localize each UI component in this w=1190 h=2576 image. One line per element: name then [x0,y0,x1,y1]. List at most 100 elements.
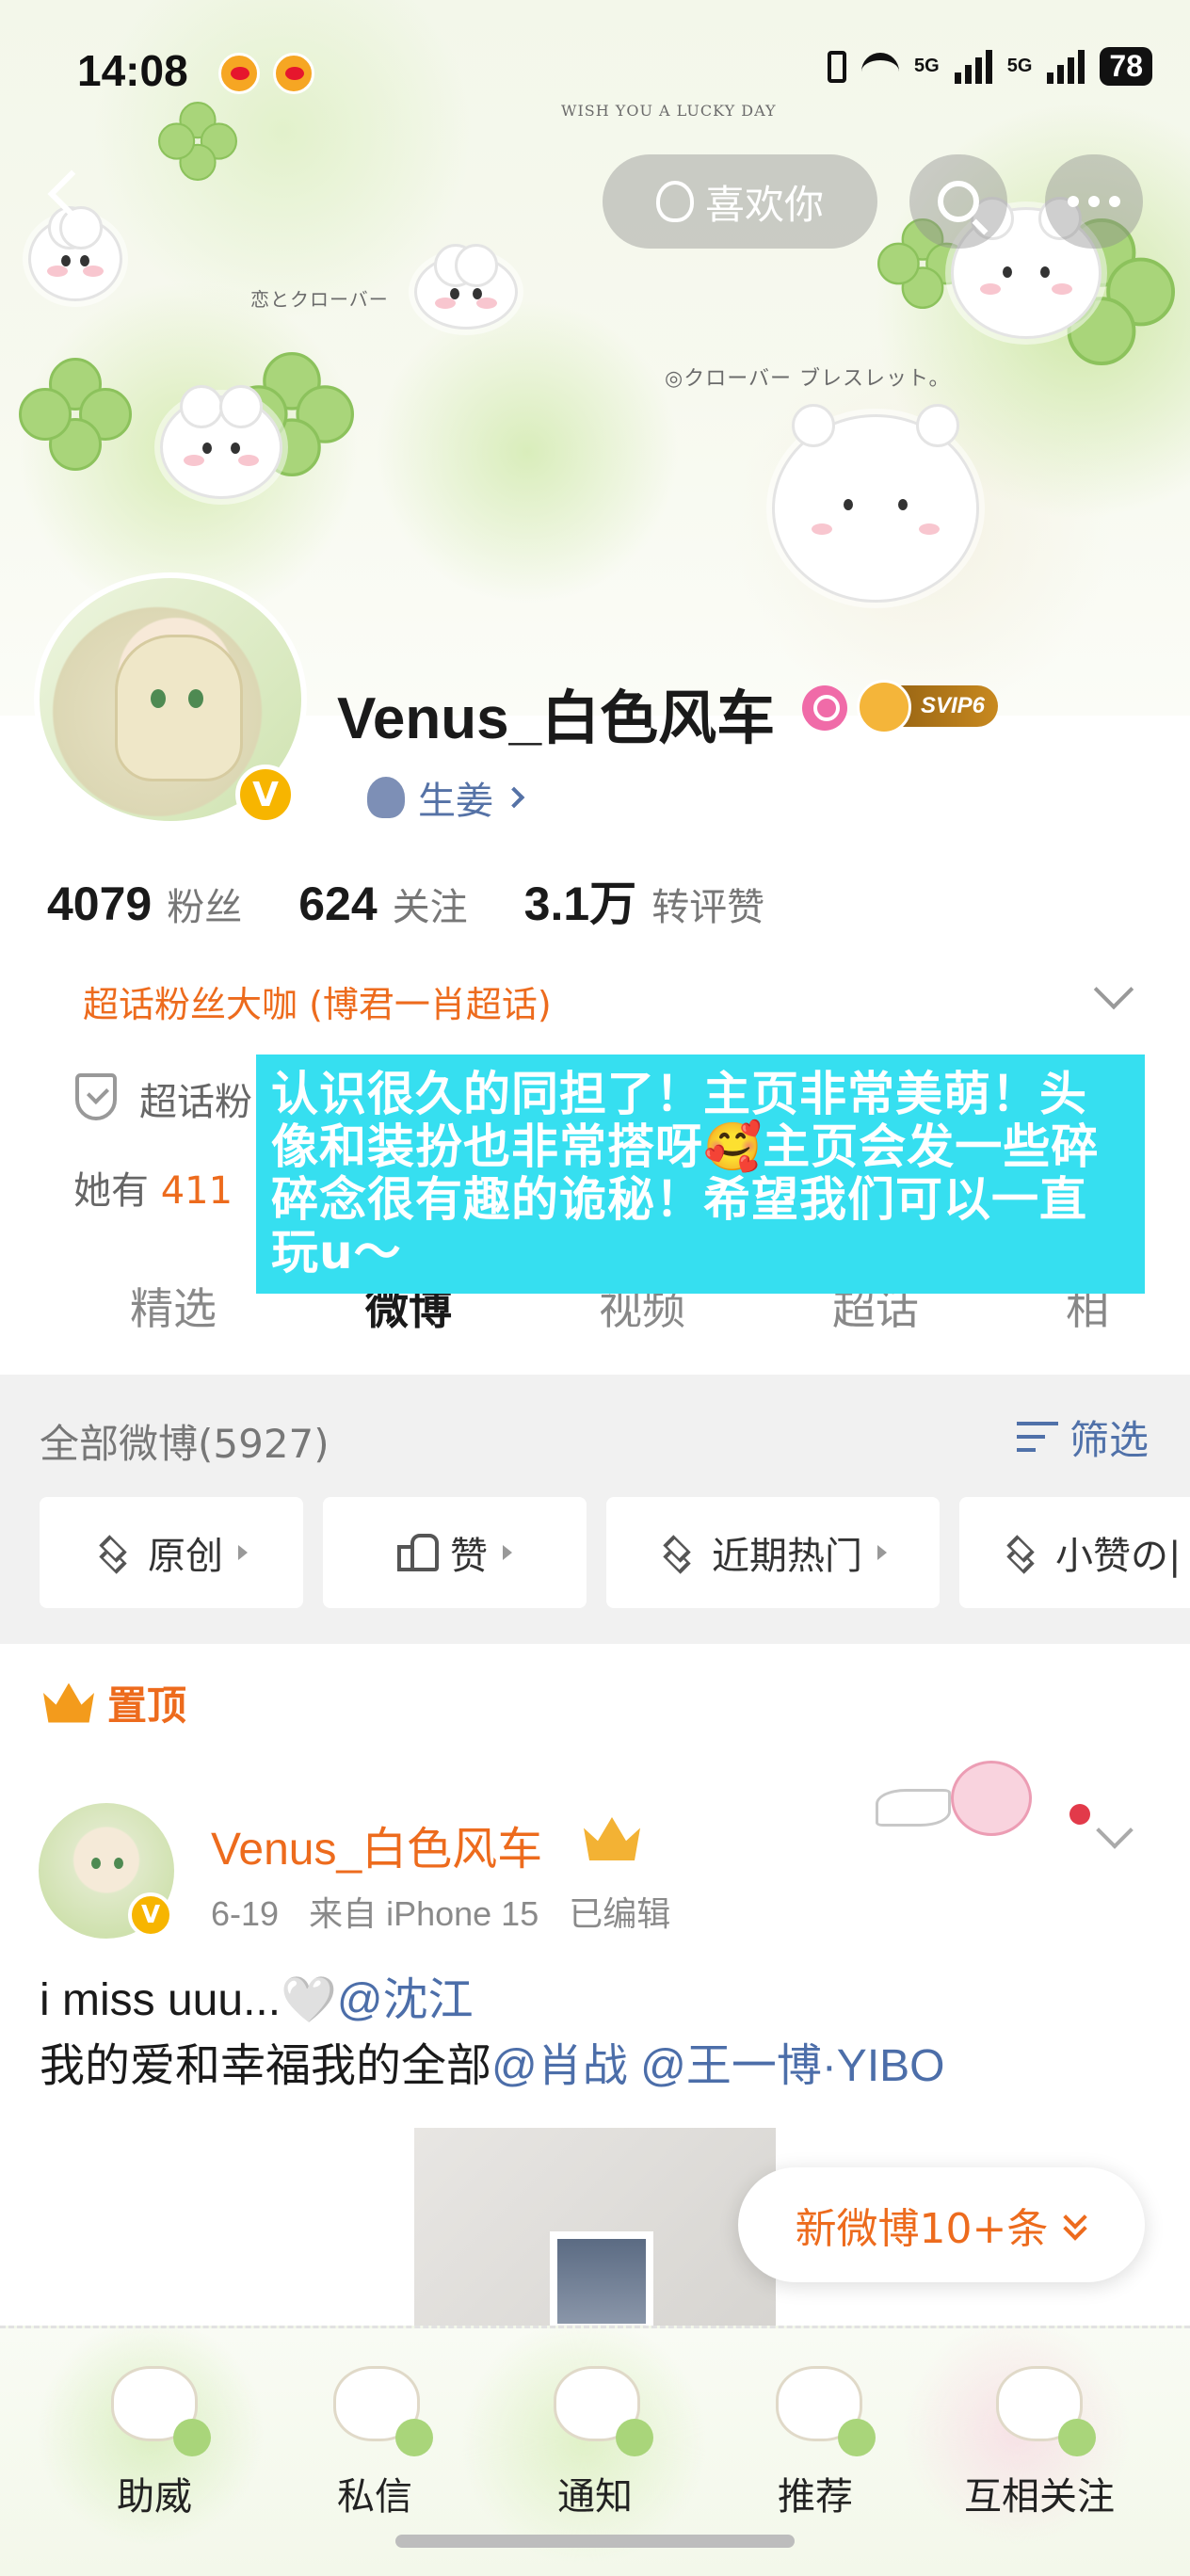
stat-label: 转评赞 [651,887,765,928]
profile-name: Venus_白色风车 [337,686,776,751]
she-has-count: 411 [160,1169,233,1213]
clover-decoration [19,358,132,471]
like-you-button[interactable]: 喜欢你 [603,154,877,249]
search-icon [938,181,979,222]
stat-label: 关注 [392,887,468,928]
overlay-note: 认识很久的同担了！主页非常美萌！头像和装扮也非常搭呀🥰主页会发一些碎碎念很有趣的… [256,1055,1145,1294]
clover-decoration [158,102,237,181]
layers-icon [1003,1535,1040,1574]
status-time: 14:08 [77,46,188,95]
verified-badge-icon: V [128,1892,173,1938]
shield-icon [75,1073,117,1120]
cherry-decoration [1069,1804,1090,1825]
stat-number: 3.1万 [523,877,637,930]
chevron-down-icon[interactable] [1093,969,1134,1010]
chip-label: 赞 [450,1535,488,1578]
post-text-segment: 我的爱和幸福我的全部 [40,2041,492,2091]
post-body: i miss uuu...🤍@沈江 我的爱和幸福我的全部@肖战 @王一博·YIB… [40,1968,945,2100]
stat-number: 4079 [47,877,153,930]
search-button[interactable] [909,154,1007,249]
cheer-icon[interactable] [98,2353,211,2456]
layers-icon [659,1535,697,1574]
chip-small-like[interactable]: 小赞の| [959,1497,1190,1608]
recommend-icon[interactable] [763,2353,876,2456]
pig-decoration [951,1761,1032,1836]
svip-badge[interactable]: SVIP6 [857,680,998,734]
mutual-follow-icon[interactable] [983,2353,1096,2456]
tab-featured[interactable]: 精选 [130,1275,217,1337]
filter-icon [1016,1421,1058,1454]
mention-link[interactable]: @沈江 [337,1975,474,2025]
verified-badge-icon: V [235,765,296,825]
new-posts-label: 新微博10+条 [795,2205,1049,2253]
message-icon[interactable] [320,2353,433,2456]
bear-decoration [414,244,518,330]
signal-icon [954,49,992,84]
profile-stats: 4079 粉丝 624 关注 3.1万 转评赞 [47,866,821,934]
cute-sticker-decoration [876,1761,1090,1855]
thumbs-up-icon [397,1534,439,1571]
chip-original[interactable]: 原创 [40,1497,303,1608]
vibrate-icon [828,50,847,83]
chip-label: 原创 [148,1535,223,1578]
chip-recent-hot[interactable]: 近期热门 [606,1497,940,1608]
stat-followers[interactable]: 4079 粉丝 [47,877,242,931]
chip-liked[interactable]: 赞 [323,1497,587,1608]
mention-link[interactable]: @肖战 [491,2041,628,2091]
network-label: 5G [1006,56,1033,76]
banner-deco-text: WISH YOU A LUCKY DAY [561,102,777,120]
banner-deco-text: ◎クローバー ブレスレット。 [665,367,951,391]
mention-link[interactable]: @王一博·YIBO [640,2041,944,2091]
caret-right-icon [238,1545,248,1560]
post-date: 6-19 [211,1894,280,1933]
network-label: 5G [914,56,940,76]
post-edited: 已编辑 [569,1894,671,1933]
certification-text: 超话粉 [139,1081,252,1124]
stat-number: 624 [298,877,378,930]
profile-tag-link[interactable]: 生姜 [367,770,525,825]
bear-decoration [160,385,282,499]
filter-label: 筛选 [1069,1417,1149,1463]
bottom-label-recommend[interactable]: 推荐 [721,2466,909,2520]
stat-following[interactable]: 624 关注 [298,877,467,931]
caret-right-icon [503,1545,512,1560]
she-has-prefix: 她有 [73,1169,149,1213]
bear-decoration [28,206,122,301]
chevron-right-icon [503,786,525,809]
bottom-label-mutual[interactable]: 互相关注 [945,2466,1134,2520]
bottom-label-messages[interactable]: 私信 [281,2466,469,2520]
stat-label: 粉丝 [167,887,243,928]
stat-engagement[interactable]: 3.1万 转评赞 [524,866,765,934]
banner-deco-text: 恋とクローバー [250,288,389,311]
she-has-text: 她有 411 [73,1160,233,1215]
post-author-name[interactable]: Venus_白色风车 [211,1811,542,1877]
filter-section: 全部微博(5927) 筛选 原创 赞 近期热门 小赞の| [0,1375,1190,1644]
home-indicator[interactable] [395,2535,795,2548]
double-chevron-down-icon [1065,2211,1087,2239]
pinned-label: 置顶 [43,1674,186,1731]
bottom-label-notifications[interactable]: 通知 [501,2466,689,2520]
filter-button[interactable]: 筛选 [1016,1409,1149,1466]
post-meta: 6-19 来自 iPhone 15 已编辑 [211,1887,691,1936]
chip-label: 小赞の| [1055,1535,1182,1578]
more-button[interactable] [1045,154,1143,249]
new-posts-button[interactable]: 新微博10+条 [738,2167,1145,2282]
all-weibo-count: 全部微博(5927) [40,1421,330,1467]
notification-icon[interactable] [540,2353,653,2456]
member-crown-icon [584,1817,640,1860]
caret-right-icon [877,1545,887,1560]
status-indicators: 5G 5G 78 [828,47,1152,86]
rabbit-icon [655,181,694,222]
layers-icon [95,1535,133,1574]
post-line: 我的爱和幸福我的全部@肖战 @王一博·YIBO [40,2034,945,2100]
bottom-label-cheer[interactable]: 助威 [60,2466,249,2520]
bear-decoration [772,404,979,603]
superfan-title[interactable]: 超话粉丝大咖 (博君一肖超话) [83,975,552,1027]
cat-icon [367,777,405,818]
chevron-down-icon[interactable] [1096,1811,1134,1849]
back-icon[interactable] [38,168,94,224]
more-icon [1068,196,1120,207]
crown-icon [43,1682,94,1723]
weibo-notification-icon [273,53,314,94]
bow-decoration [876,1789,951,1827]
